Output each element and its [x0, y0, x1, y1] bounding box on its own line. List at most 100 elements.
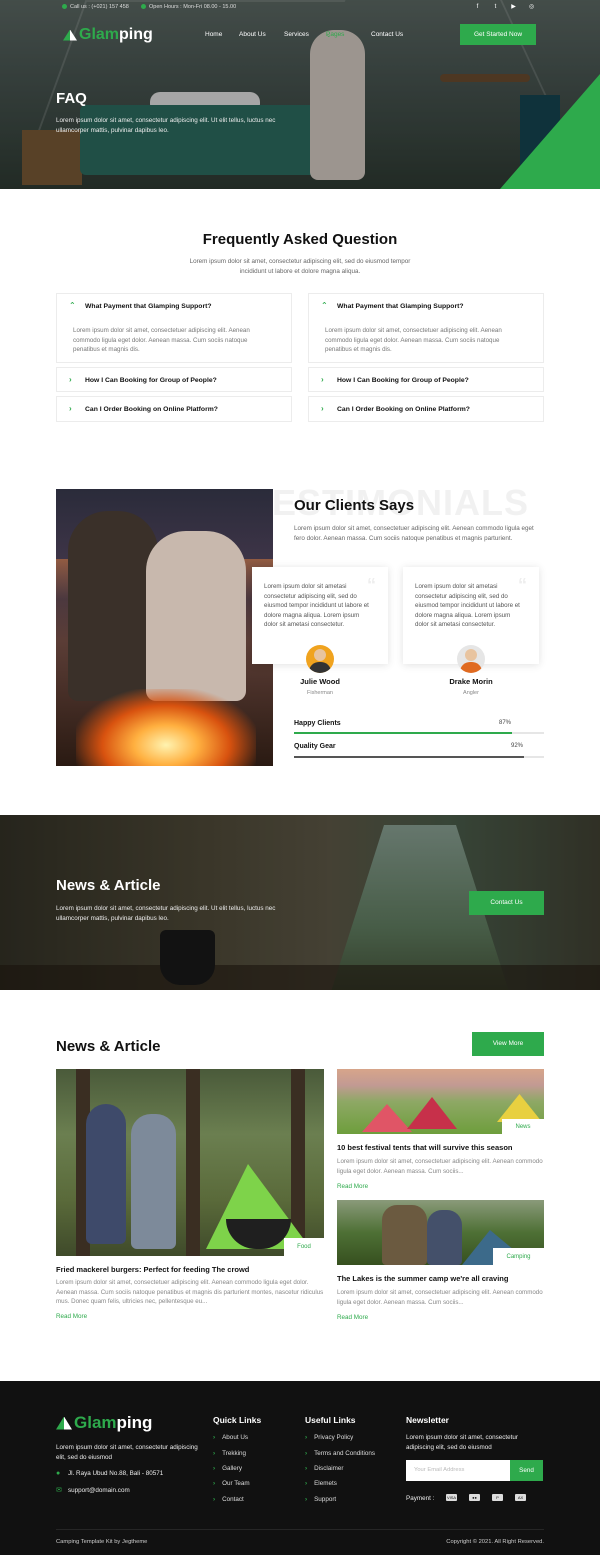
faq-item[interactable]: › How I Can Booking for Group of People? [56, 367, 292, 392]
chevron-right-icon: › [305, 1480, 308, 1487]
social-links: f t ▶ ◎ [474, 4, 535, 11]
read-more-link[interactable]: Read More [337, 1183, 368, 1190]
visa-icon: VISA [446, 1494, 457, 1501]
location-icon: ● [56, 1470, 61, 1477]
category-badge[interactable]: Food [284, 1238, 324, 1256]
useful-links-title: Useful Links [305, 1415, 356, 1425]
footer-divider [56, 1529, 544, 1530]
faq-question: What Payment that Glamping Support? [337, 303, 464, 310]
hero-accent-triangle [500, 74, 600, 189]
quick-link[interactable]: › About Us [213, 1434, 248, 1441]
category-badge[interactable]: News [502, 1119, 544, 1135]
faq-item[interactable]: › Can I Order Booking on Online Platform… [56, 396, 292, 422]
useful-link[interactable]: › Terms and Conditions [305, 1450, 375, 1457]
article-image[interactable] [56, 1069, 324, 1256]
quick-link[interactable]: › Contact [213, 1496, 244, 1503]
call-info: Call us : (+021) 157 458 [62, 4, 129, 10]
testimonials-description: Lorem ipsum dolor sit amet, consectetuer… [294, 525, 534, 542]
chevron-up-icon: ⌃ [321, 301, 328, 310]
nav-about[interactable]: About Us [239, 31, 266, 38]
mail-icon: ✉ [56, 1487, 62, 1494]
nav-services[interactable]: Services [284, 31, 309, 38]
chevron-right-icon: › [321, 404, 324, 413]
chevron-right-icon: › [321, 375, 324, 384]
nav-contact[interactable]: Contact Us [371, 31, 403, 38]
faq-answer: Lorem ipsum dolor sit amet, consectetuer… [73, 327, 250, 353]
logo-icon [63, 29, 77, 41]
campfire-photo [56, 489, 273, 766]
article-excerpt: Lorem ipsum dolor sit amet, consectetuer… [56, 1279, 324, 1305]
progress-bar [294, 732, 544, 734]
chevron-right-icon: › [213, 1496, 216, 1503]
useful-link[interactable]: › Support [305, 1496, 336, 1503]
newsletter-description: Lorem ipsum dolor sit amet, consectetur … [406, 1434, 518, 1451]
instagram-icon[interactable]: ◎ [528, 4, 535, 11]
faq-title: Frequently Asked Question [202, 231, 398, 248]
faq-question: What Payment that Glamping Support? [85, 303, 212, 310]
clock-icon [141, 4, 146, 9]
view-more-button[interactable]: View More [472, 1032, 544, 1056]
amex-icon: AX [515, 1494, 526, 1501]
chevron-right-icon: › [305, 1434, 308, 1441]
phone-icon [62, 4, 67, 9]
paypal-icon: P [492, 1494, 503, 1501]
footer-email[interactable]: ✉ support@domain.com [56, 1486, 130, 1494]
client-role: Angler [463, 690, 479, 696]
article-title[interactable]: The Lakes is the summer camp we're all c… [337, 1274, 508, 1283]
hours-info: Open Hours : Mon-Fri 08.00 - 15.00 [141, 4, 236, 10]
quick-links-title: Quick Links [213, 1415, 262, 1425]
chevron-right-icon: › [305, 1450, 308, 1457]
progress-fill [294, 756, 524, 758]
send-button[interactable]: Send [510, 1460, 543, 1481]
useful-link[interactable]: › Elemets [305, 1480, 337, 1487]
chevron-right-icon: › [213, 1450, 216, 1457]
avatar [306, 645, 334, 673]
article-excerpt: Lorem ipsum dolor sit amet, consectetuer… [337, 1158, 543, 1175]
footer-credit: Camping Template Kit by Jegtheme [56, 1539, 148, 1545]
banner-description: Lorem ipsum dolor sit amet, consectetur … [56, 905, 276, 922]
youtube-icon[interactable]: ▶ [510, 4, 517, 11]
email-field[interactable]: Your Email Address [406, 1460, 510, 1481]
article-title[interactable]: 10 best festival tents that will survive… [337, 1143, 512, 1152]
footer-logo[interactable]: Glam ping [56, 1413, 152, 1433]
progress-value: 87% [499, 720, 512, 726]
read-more-link[interactable]: Read More [56, 1313, 87, 1320]
useful-link[interactable]: › Privacy Policy [305, 1434, 353, 1441]
newsletter-title: Newsletter [406, 1415, 449, 1425]
hero-description: Lorem ipsum dolor sit amet, consectetur … [56, 117, 276, 134]
category-badge[interactable]: Camping [493, 1248, 544, 1266]
logo-icon [56, 1416, 72, 1430]
chevron-right-icon: › [305, 1465, 308, 1472]
progress-value: 92% [511, 743, 524, 749]
mastercard-icon: ●● [469, 1494, 480, 1501]
news-title: News & Article [56, 1038, 161, 1055]
progress-label: Happy Clients [294, 720, 341, 727]
useful-link[interactable]: › Disclaimer [305, 1465, 344, 1472]
quick-link[interactable]: › Gallery [213, 1465, 242, 1472]
chevron-right-icon: › [213, 1434, 216, 1441]
payment-label: Payment : [406, 1495, 435, 1502]
chevron-right-icon: › [305, 1496, 308, 1503]
page-title: FAQ [56, 90, 87, 107]
article-excerpt: Lorem ipsum dolor sit amet, consectetuer… [337, 1289, 543, 1306]
avatar [457, 645, 485, 673]
facebook-icon[interactable]: f [474, 4, 481, 11]
twitter-icon[interactable]: t [492, 4, 499, 11]
copyright: Copyright © 2021. All Right Reserved. [446, 1539, 544, 1545]
quick-link[interactable]: › Our Team [213, 1480, 250, 1487]
article-title[interactable]: Fried mackerel burgers: Perfect for feed… [56, 1265, 249, 1274]
chevron-right-icon: › [69, 404, 72, 413]
quick-link[interactable]: › Trekking [213, 1450, 246, 1457]
progress-label: Quality Gear [294, 743, 336, 750]
get-started-button[interactable]: Get Started Now [460, 24, 536, 45]
faq-item[interactable]: › How I Can Booking for Group of People? [308, 367, 544, 392]
contact-us-button[interactable]: Contact Us [469, 891, 544, 915]
faq-item-open[interactable]: ⌃ What Payment that Glamping Support? Lo… [56, 293, 292, 363]
nav-home[interactable]: Home [205, 31, 222, 38]
read-more-link[interactable]: Read More [337, 1314, 368, 1321]
faq-item-open[interactable]: ⌃ What Payment that Glamping Support? Lo… [308, 293, 544, 363]
faq-item[interactable]: › Can I Order Booking on Online Platform… [308, 396, 544, 422]
chevron-right-icon: › [213, 1480, 216, 1487]
testimonials-title: Our Clients Says [294, 497, 415, 514]
brand-logo[interactable]: Glam ping [63, 26, 153, 44]
